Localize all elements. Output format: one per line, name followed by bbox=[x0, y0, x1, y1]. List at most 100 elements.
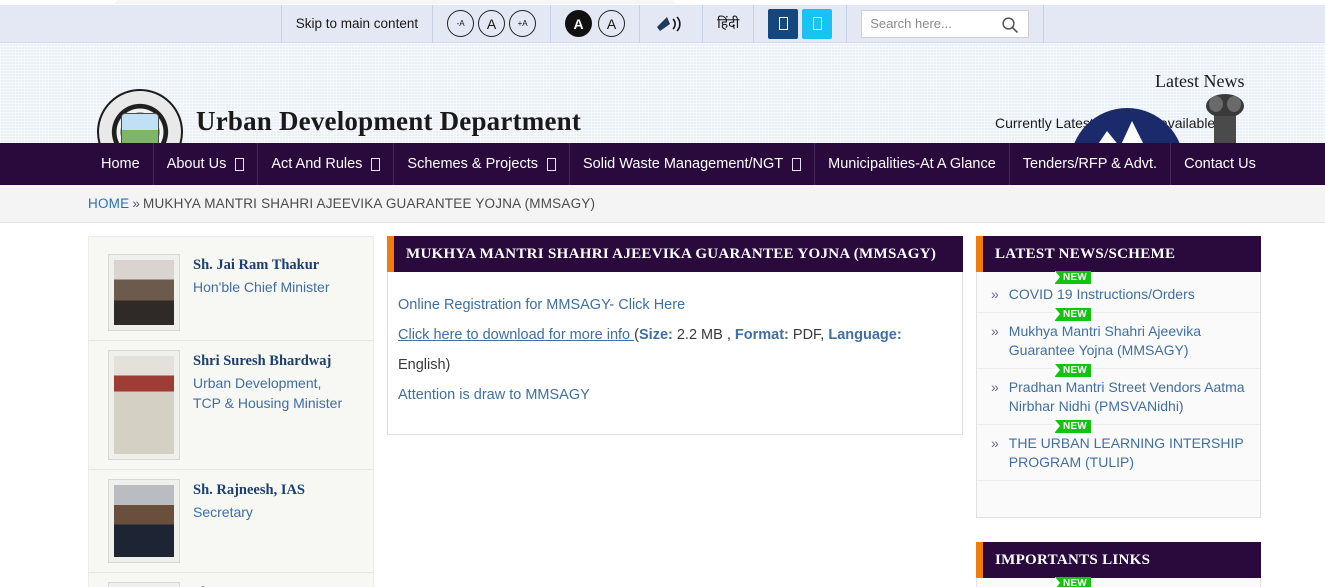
nav-item-act-and-rules[interactable]: Act And Rules bbox=[258, 143, 395, 185]
font-normal-label: A bbox=[486, 15, 497, 32]
screen-reader-cell[interactable] bbox=[640, 4, 704, 43]
news-link[interactable]: Mukhya Mantri Shahri Ajeevika Guarantee … bbox=[1009, 322, 1250, 360]
official-role: Urban Development, bbox=[193, 375, 322, 391]
font-decrease-label: -A bbox=[456, 18, 465, 28]
official-role-line2: TCP & Housing Minister bbox=[193, 395, 343, 411]
chevron-right-icon: » bbox=[991, 323, 999, 339]
main-panel-body: Online Registration for MMSAGY- Click He… bbox=[387, 272, 963, 435]
status-badge: NEW bbox=[1055, 308, 1091, 321]
latest-news-scheme-title: LATEST NEWS/SCHEME bbox=[995, 245, 1176, 262]
font-normal-button[interactable]: A bbox=[478, 10, 506, 37]
status-badge: NEW bbox=[1055, 420, 1091, 433]
official-card[interactable]: Sh. Jai Ram Thakur Hon'ble Chief Ministe… bbox=[89, 245, 373, 341]
official-name: Shri Suresh Bhardwaj bbox=[193, 353, 332, 369]
list-item[interactable]: NEW » Election bbox=[977, 577, 1260, 587]
font-increase-button[interactable]: +A bbox=[509, 10, 537, 37]
avatar bbox=[108, 254, 180, 331]
page-root: Skip to main content -A A +A A A हिंदी S… bbox=[0, 0, 1325, 587]
file-format-label: Format: bbox=[734, 327, 789, 343]
file-format-value: PDF, bbox=[788, 327, 829, 343]
contrast-controls: A A bbox=[551, 4, 641, 43]
twitter-icon[interactable] bbox=[802, 8, 833, 39]
nav-label-solid-waste-management: Solid Waste Management/NGT bbox=[582, 156, 784, 172]
main-panel: MUKHYA MANTRI SHAHRI AJEEVIKA GUARANTEE … bbox=[387, 236, 963, 435]
download-info-link[interactable]: Click here to download for more info bbox=[398, 327, 634, 343]
official-role: Hon'ble Chief Minister bbox=[193, 279, 330, 295]
breadcrumb-separator: » bbox=[132, 196, 141, 211]
list-bottom-spacer bbox=[977, 481, 1260, 507]
status-badge: NEW bbox=[1055, 364, 1091, 377]
official-card[interactable]: Sh. Rajneesh, IAS Secretary bbox=[89, 470, 373, 573]
logo-inner-photo bbox=[121, 113, 159, 143]
skip-to-main-content-link[interactable]: Skip to main content bbox=[296, 16, 418, 31]
nav-item-tenders[interactable]: Tenders/RFP & Advt. bbox=[1010, 143, 1172, 185]
department-logo[interactable] bbox=[97, 89, 183, 143]
nav-item-home[interactable]: Home bbox=[88, 143, 154, 185]
official-card[interactable]: Sh.Ram Kumar Gautam,IAS Director bbox=[89, 573, 373, 587]
latest-news-scheme-list: NEW » COVID 19 Instructions/Orders NEW »… bbox=[976, 271, 1261, 518]
official-name: Sh. Rajneesh, IAS bbox=[193, 482, 305, 498]
important-links-title: IMPORTANTS LINKS bbox=[995, 551, 1151, 568]
file-size-value: 2.2 MB , bbox=[672, 327, 735, 343]
high-contrast-button[interactable]: A bbox=[565, 10, 593, 37]
list-item[interactable]: NEW » Mukhya Mantri Shahri Ajeevika Guar… bbox=[977, 308, 1260, 369]
chevron-down-icon bbox=[371, 157, 381, 171]
list-item[interactable]: NEW » THE URBAN LEARNING INTERSHIP PROGR… bbox=[977, 420, 1260, 481]
nav-item-solid-waste-management[interactable]: Solid Waste Management/NGT bbox=[570, 143, 816, 185]
list-item[interactable]: NEW » COVID 19 Instructions/Orders bbox=[977, 271, 1260, 313]
file-language-value: English) bbox=[398, 357, 451, 373]
status-badge: NEW bbox=[1055, 577, 1091, 587]
list-item[interactable]: NEW » Pradhan Mantri Street Vendors Aatm… bbox=[977, 364, 1260, 425]
high-contrast-label: A bbox=[573, 15, 584, 32]
latest-news-scheme-header: LATEST NEWS/SCHEME bbox=[976, 236, 1261, 272]
site-search-cell bbox=[847, 4, 1045, 43]
speaker-icon[interactable] bbox=[654, 12, 688, 36]
search-box[interactable] bbox=[861, 9, 1030, 39]
nav-item-about-us[interactable]: About Us bbox=[154, 143, 259, 185]
right-sidebar: LATEST NEWS/SCHEME NEW » COVID 19 Instru… bbox=[976, 236, 1261, 587]
page-title: MUKHYA MANTRI SHAHRI AJEEVIKA GUARANTEE … bbox=[406, 245, 937, 262]
chevron-right-icon: » bbox=[991, 286, 999, 302]
font-size-controls: -A A +A bbox=[433, 4, 552, 43]
search-input[interactable] bbox=[870, 16, 1001, 31]
hindi-language-link[interactable]: हिंदी bbox=[717, 14, 739, 33]
browser-tab-edge bbox=[115, 0, 675, 4]
nav-item-contact-us[interactable]: Contact Us bbox=[1171, 143, 1269, 185]
font-decrease-button[interactable]: -A bbox=[447, 10, 475, 37]
important-links-header: IMPORTANTS LINKS bbox=[976, 542, 1261, 578]
main-navigation: Home About Us Act And Rules Schemes & Pr… bbox=[0, 143, 1325, 185]
page-content: Sh. Jai Ram Thakur Hon'ble Chief Ministe… bbox=[0, 223, 1325, 587]
main-panel-header: MUKHYA MANTRI SHAHRI AJEEVIKA GUARANTEE … bbox=[387, 236, 963, 272]
language-toggle-cell[interactable]: हिंदी bbox=[703, 4, 755, 43]
news-link[interactable]: Pradhan Mantri Street Vendors Aatma Nirb… bbox=[1009, 378, 1250, 416]
news-link[interactable]: COVID 19 Instructions/Orders bbox=[1009, 285, 1195, 304]
nav-label-home: Home bbox=[101, 156, 140, 172]
attention-mmsagy-link[interactable]: Attention is draw to MMSAGY bbox=[398, 387, 590, 403]
breadcrumb: HOME» MUKHYA MANTRI SHAHRI AJEEVIKA GUARA… bbox=[88, 196, 595, 211]
nav-label-about-us: About Us bbox=[166, 156, 227, 172]
normal-contrast-button[interactable]: A bbox=[598, 10, 626, 37]
himachal-pradesh-emblem-icon: हिमाचल प्रदेश सरकार bbox=[1062, 91, 1192, 143]
content-line-2: Click here to download for more info (Si… bbox=[398, 320, 952, 380]
nav-item-municipalities[interactable]: Municipalities-At A Glance bbox=[815, 143, 1010, 185]
officials-sidebar: Sh. Jai Ram Thakur Hon'ble Chief Ministe… bbox=[88, 236, 374, 587]
chevron-right-icon: » bbox=[991, 435, 999, 451]
chevron-right-icon: » bbox=[991, 379, 999, 395]
news-link[interactable]: THE URBAN LEARNING INTERSHIP PROGRAM (TU… bbox=[1009, 434, 1250, 472]
official-name: Sh. Jai Ram Thakur bbox=[193, 257, 320, 273]
facebook-icon[interactable] bbox=[768, 8, 799, 39]
nav-label-tenders: Tenders/RFP & Advt. bbox=[1022, 156, 1158, 172]
search-icon[interactable] bbox=[1001, 16, 1019, 39]
nav-label-act-and-rules: Act And Rules bbox=[271, 156, 363, 172]
skip-to-content-cell[interactable]: Skip to main content bbox=[280, 4, 434, 43]
important-links-box: IMPORTANTS LINKS NEW » Election NEW » Ac… bbox=[976, 542, 1261, 587]
content-line-1: Online Registration for MMSAGY- Click He… bbox=[398, 290, 952, 320]
nav-label-municipalities: Municipalities-At A Glance bbox=[828, 156, 996, 172]
online-registration-link[interactable]: Online Registration for MMSAGY- Click He… bbox=[398, 297, 685, 313]
file-language-label: Language: bbox=[828, 327, 902, 343]
breadcrumb-home-link[interactable]: HOME bbox=[88, 196, 129, 211]
official-card[interactable]: Shri Suresh Bhardwaj Urban Development, … bbox=[89, 341, 373, 470]
social-links-cell bbox=[754, 4, 848, 43]
chevron-down-icon bbox=[792, 157, 802, 171]
nav-item-schemes-projects[interactable]: Schemes & Projects bbox=[394, 143, 570, 185]
